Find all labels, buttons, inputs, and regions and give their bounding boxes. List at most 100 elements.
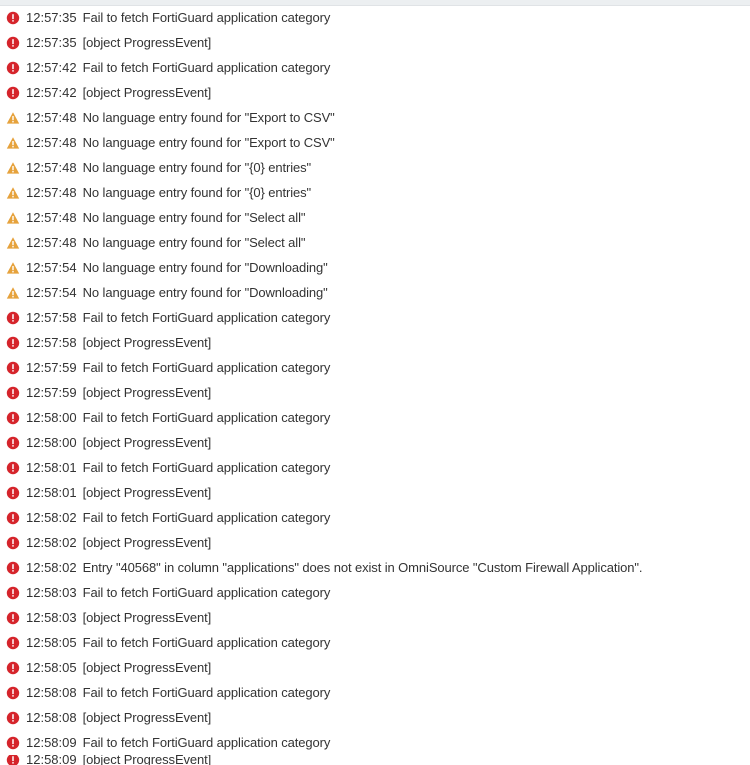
- log-entry: 12:57:48 No language entry found for "Exp…: [0, 105, 750, 130]
- log-message: Fail to fetch FortiGuard application cat…: [82, 460, 331, 475]
- error-icon: [6, 86, 20, 100]
- log-timestamp: 12:58:01: [26, 485, 77, 500]
- log-timestamp: 12:57:58: [26, 310, 77, 325]
- log-timestamp: 12:58:02: [26, 560, 77, 575]
- log-entry: 12:57:59 [object ProgressEvent]: [0, 380, 750, 405]
- error-icon: [6, 536, 20, 550]
- log-message: [object ProgressEvent]: [82, 435, 212, 450]
- log-timestamp: 12:58:05: [26, 660, 77, 675]
- error-icon: [6, 611, 20, 625]
- log-message: [object ProgressEvent]: [82, 755, 212, 765]
- log-message: Fail to fetch FortiGuard application cat…: [82, 410, 331, 425]
- log-message: No language entry found for "{0} entries…: [82, 185, 312, 200]
- log-message: Fail to fetch FortiGuard application cat…: [82, 685, 331, 700]
- error-icon: [6, 711, 20, 725]
- log-timestamp: 12:58:08: [26, 685, 77, 700]
- log-entry: 12:57:48 No language entry found for "{0}…: [0, 155, 750, 180]
- log-entry-partial: 12:58:09 [object ProgressEvent]: [0, 755, 300, 765]
- log-entry: 12:57:35 [object ProgressEvent]: [0, 30, 750, 55]
- log-entry: 12:57:48 No language entry found for "Sel…: [0, 205, 750, 230]
- log-timestamp: 12:58:00: [26, 410, 77, 425]
- warning-icon: [6, 161, 20, 175]
- error-icon: [6, 636, 20, 650]
- log-entry: 12:57:48 No language entry found for "{0}…: [0, 180, 750, 205]
- log-timestamp: 12:58:03: [26, 610, 77, 625]
- warning-icon: [6, 261, 20, 275]
- log-timestamp: 12:58:05: [26, 635, 77, 650]
- log-timestamp: 12:57:35: [26, 35, 77, 50]
- log-timestamp: 12:57:48: [26, 235, 77, 250]
- log-timestamp: 12:58:02: [26, 535, 77, 550]
- log-message: [object ProgressEvent]: [82, 660, 212, 675]
- warning-icon: [6, 136, 20, 150]
- log-entry: 12:58:03 Fail to fetch FortiGuard applica…: [0, 580, 750, 605]
- log-timestamp: 12:58:03: [26, 585, 77, 600]
- log-entry: 12:58:02 Fail to fetch FortiGuard applica…: [0, 505, 750, 530]
- log-message: No language entry found for "Downloading…: [82, 260, 328, 275]
- log-message: No language entry found for "Select all": [82, 210, 306, 225]
- log-timestamp: 12:57:48: [26, 135, 77, 150]
- log-message: Fail to fetch FortiGuard application cat…: [82, 510, 331, 525]
- error-icon: [6, 311, 20, 325]
- log-message: [object ProgressEvent]: [82, 535, 212, 550]
- log-timestamp: 12:57:42: [26, 60, 77, 75]
- error-icon: [6, 561, 20, 575]
- log-entry: 12:58:09 [object ProgressEvent]: [0, 755, 300, 765]
- error-icon: [6, 736, 20, 750]
- error-icon: [6, 11, 20, 25]
- error-icon: [6, 36, 20, 50]
- log-entry: 12:58:01 Fail to fetch FortiGuard applica…: [0, 455, 750, 480]
- log-entry: 12:57:54 No language entry found for "Dow…: [0, 280, 750, 305]
- warning-icon: [6, 286, 20, 300]
- log-timestamp: 12:57:48: [26, 110, 77, 125]
- log-message: Fail to fetch FortiGuard application cat…: [82, 735, 331, 750]
- log-message: Fail to fetch FortiGuard application cat…: [82, 360, 331, 375]
- log-entry: 12:58:00 Fail to fetch FortiGuard applica…: [0, 405, 750, 430]
- log-message: No language entry found for "{0} entries…: [82, 160, 312, 175]
- error-icon: [6, 436, 20, 450]
- log-message: [object ProgressEvent]: [82, 610, 212, 625]
- log-message: [object ProgressEvent]: [82, 710, 212, 725]
- error-icon: [6, 486, 20, 500]
- log-timestamp: 12:58:00: [26, 435, 77, 450]
- log-entry: 12:58:03 [object ProgressEvent]: [0, 605, 750, 630]
- log-timestamp: 12:58:09: [26, 755, 77, 765]
- log-timestamp: 12:57:35: [26, 10, 77, 25]
- log-entry: 12:57:42 [object ProgressEvent]: [0, 80, 750, 105]
- error-icon: [6, 386, 20, 400]
- error-icon: [6, 755, 20, 765]
- log-entry: 12:57:35 Fail to fetch FortiGuard applica…: [0, 5, 750, 30]
- log-entry: 12:58:05 Fail to fetch FortiGuard applica…: [0, 630, 750, 655]
- log-entry: 12:58:01 [object ProgressEvent]: [0, 480, 750, 505]
- warning-icon: [6, 111, 20, 125]
- log-entry: 12:57:48 No language entry found for "Sel…: [0, 230, 750, 255]
- log-message: [object ProgressEvent]: [82, 335, 212, 350]
- log-timestamp: 12:58:08: [26, 710, 77, 725]
- log-message: Fail to fetch FortiGuard application cat…: [82, 10, 331, 25]
- log-timestamp: 12:57:59: [26, 385, 77, 400]
- log-message: Fail to fetch FortiGuard application cat…: [82, 60, 331, 75]
- log-message: [object ProgressEvent]: [82, 35, 212, 50]
- log-message: Fail to fetch FortiGuard application cat…: [82, 310, 331, 325]
- error-icon: [6, 336, 20, 350]
- log-timestamp: 12:57:54: [26, 260, 77, 275]
- log-timestamp: 12:57:42: [26, 85, 77, 100]
- log-entry: 12:57:58 [object ProgressEvent]: [0, 330, 750, 355]
- log-timestamp: 12:57:48: [26, 160, 77, 175]
- log-entry: 12:58:00 [object ProgressEvent]: [0, 430, 750, 455]
- log-entry: 12:57:54 No language entry found for "Dow…: [0, 255, 750, 280]
- log-message: [object ProgressEvent]: [82, 385, 212, 400]
- log-timestamp: 12:57:59: [26, 360, 77, 375]
- log-entry: 12:57:42 Fail to fetch FortiGuard applica…: [0, 55, 750, 80]
- log-message: Entry "40568" in column "applications" d…: [82, 560, 643, 575]
- log-message: No language entry found for "Downloading…: [82, 285, 328, 300]
- log-timestamp: 12:58:01: [26, 460, 77, 475]
- log-entry: 12:58:05 [object ProgressEvent]: [0, 655, 750, 680]
- log-message: [object ProgressEvent]: [82, 85, 212, 100]
- log-entry: 12:58:02 [object ProgressEvent]: [0, 530, 750, 555]
- log-entry: 12:57:59 Fail to fetch FortiGuard applica…: [0, 355, 750, 380]
- log-timestamp: 12:58:09: [26, 735, 77, 750]
- error-icon: [6, 411, 20, 425]
- log-timestamp: 12:57:58: [26, 335, 77, 350]
- log-entry: 12:58:08 Fail to fetch FortiGuard applica…: [0, 680, 750, 705]
